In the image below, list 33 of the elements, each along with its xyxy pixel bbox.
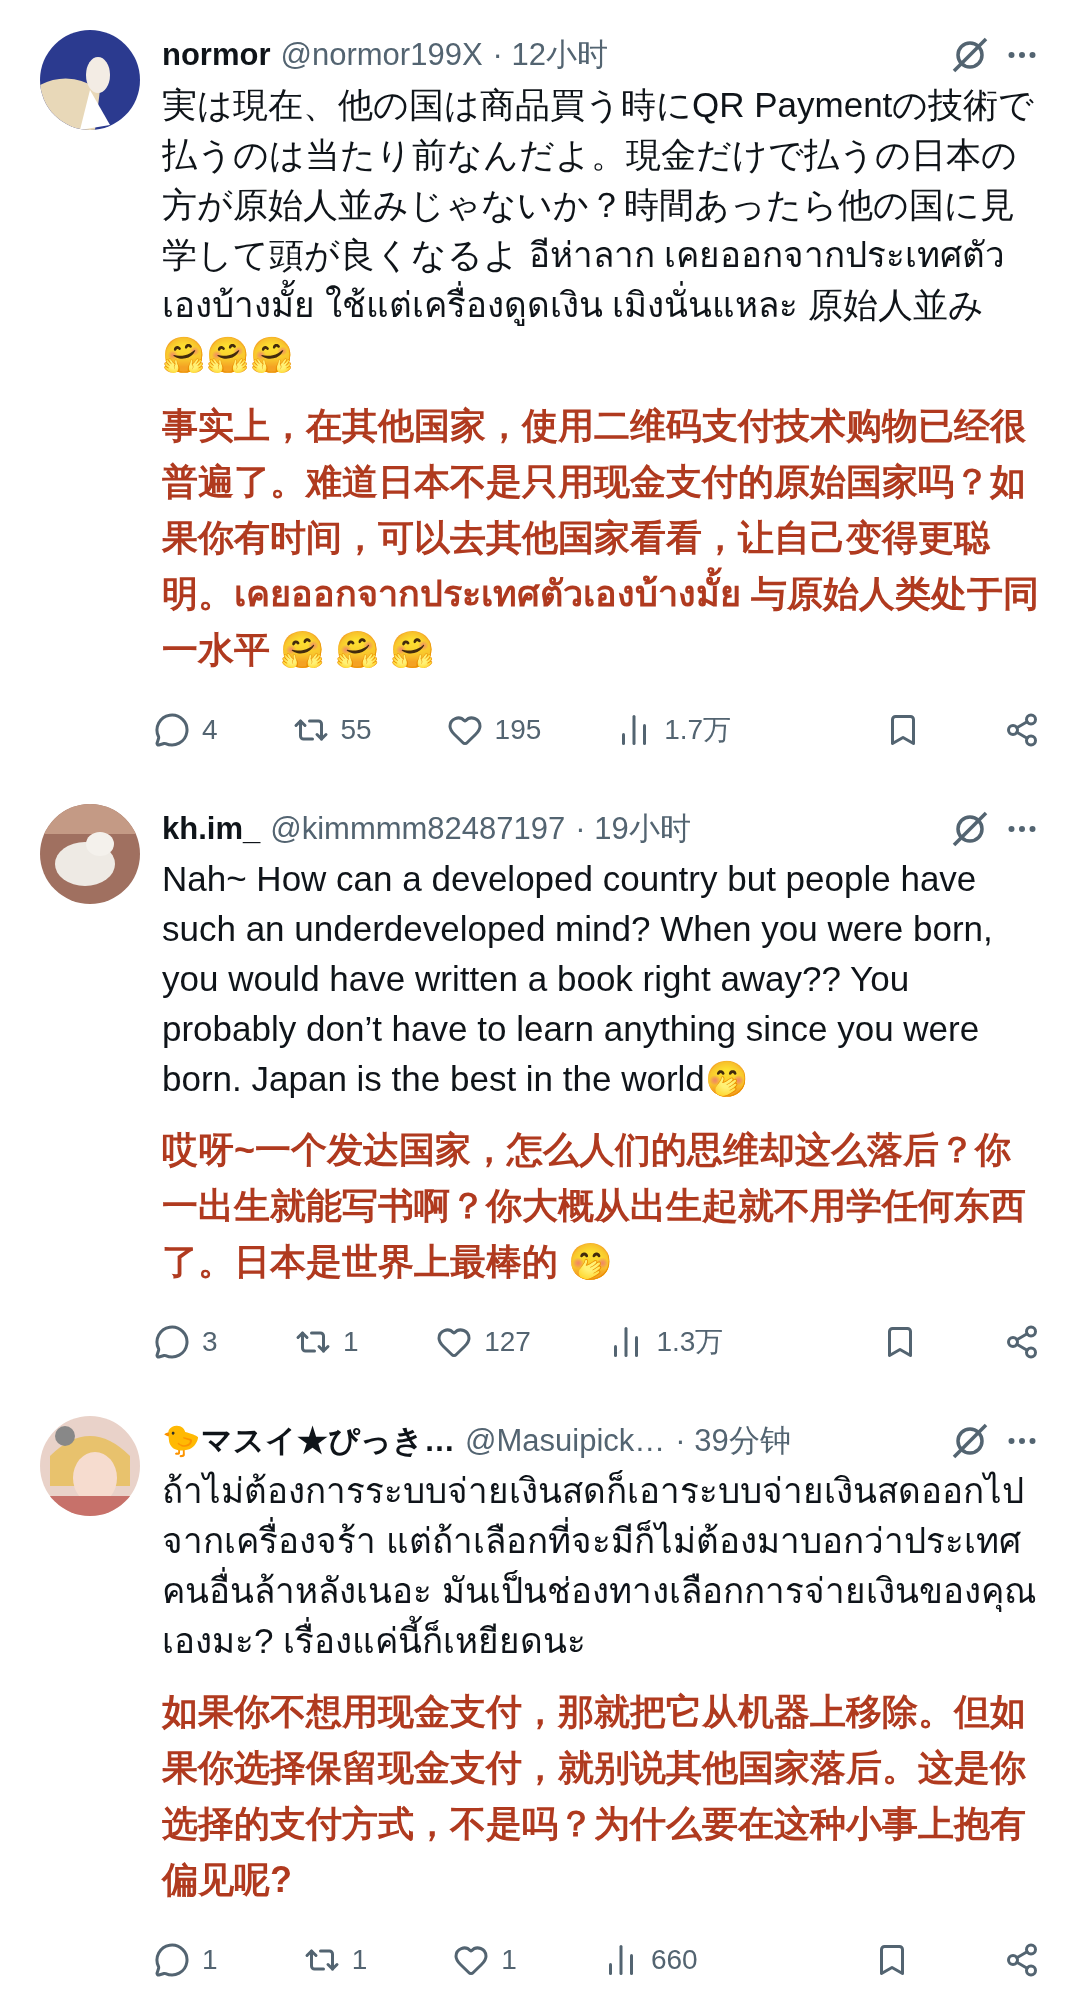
post-time: · 12小时	[492, 36, 608, 74]
translation-text: 事实上，在其他国家，使用二维码支付技术购物已经很普遍了。难道日本不是只用现金支付的原始国家吗？如果你有时间，可以去其他国家看看，让自己变得更聪明。เคยออกจากประเทศตัวเองบ้างมั้ย 与原始人类处于同一水平 🤗 🤗 🤗	[162, 404, 1040, 672]
post-text: 実は現在、他の国は商品買う時にQR Paymentの技術で払うのは当たり前なんだよ。現金だけで払うの日本の方が原始人並みじゃないか？時間あったら他の国に見学して頭が良くなるよ อีห่าลาก เคยออกจากประเทศตัวเองบ้างมั้ย ใช้แต่เครื่องดูดเงิน เมิงนั่นแหละ 原始人並み 🤗🤗🤗	[162, 84, 1036, 376]
repost-button[interactable]: 1	[295, 1324, 359, 1360]
views-button[interactable]: 660	[602, 1942, 698, 1978]
views-button[interactable]: 1.7万	[616, 711, 732, 749]
views-button[interactable]: 1.3万	[608, 1323, 724, 1361]
grok-icon[interactable]	[950, 35, 990, 75]
translation-text: 哎呀~一个发达国家，怎么人们的思维却这么落后？你一出生就能写书啊？你大概从出生起就不用学任何东西了。日本是世界上最棒的 🤭	[162, 1128, 1027, 1284]
user-handle: @Masuipick…	[465, 1423, 666, 1459]
user-handle: @normor199X	[280, 37, 483, 73]
reply-button[interactable]: 4	[154, 712, 218, 748]
reply-button[interactable]: 3	[154, 1324, 218, 1360]
like-button[interactable]: 127	[436, 1324, 531, 1360]
repost-button[interactable]: 55	[292, 712, 372, 748]
post-text: Nah~ How can a developed country but people have such an underdeveloped mind? When you were born, you would have written a book right away?? You probably don’t have to learn anything since you were born. Japan is the best in the world🤭	[162, 858, 994, 1100]
translation-text: 如果你不想用现金支付，那就把它从机器上移除。但如果你选择保留现金支付，就别说其他国家落后。这是你选择的支付方式，不是吗？为什么要在这种小事上抱有偏见呢?	[162, 1690, 1027, 1902]
display-name: 🐤マスイ★ぴっき…	[162, 1422, 455, 1460]
display-name: kh.im_	[162, 811, 261, 847]
speech-bubble-icon	[154, 1324, 190, 1360]
reply-button[interactable]: 1	[154, 1942, 218, 1978]
grok-icon[interactable]	[950, 1421, 990, 1461]
speech-bubble-icon	[154, 712, 190, 748]
grok-icon[interactable]	[950, 809, 990, 849]
user-handle: @kimmmm82487197	[270, 811, 566, 847]
display-name: normor	[162, 37, 271, 73]
speech-bubble-icon	[154, 1942, 190, 1978]
like-button[interactable]: 195	[446, 712, 542, 748]
post-text: ถ้าไม่ต้องการระบบจ่ายเงินสดก็เอาระบบจ่ายเงินสดออกไปจากเครื่องจร้า แต่ถ้าเลือกที่จะมีก็ไม่ต้องมาบอกว่าประเทศคนอื่นล้าหลังเนอะ มันเป็นช่องทางเลือกการจ่ายเงินของคุณเองมะ? เรื่องแค่นี้ก็เหยียดนะ	[162, 1469, 1037, 1662]
like-button[interactable]: 1	[453, 1942, 517, 1978]
post-time: · 39分钟	[675, 1422, 791, 1460]
repost-button[interactable]: 1	[303, 1942, 368, 1978]
post-time: · 19小时	[575, 810, 691, 848]
